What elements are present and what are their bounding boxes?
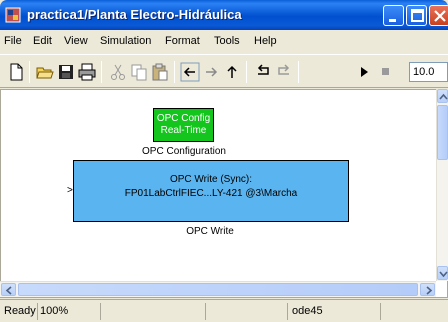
title-bar: practica1/Planta Electro-Hidráulica bbox=[0, 0, 448, 30]
undo-icon[interactable] bbox=[253, 62, 273, 82]
status-divider bbox=[205, 303, 206, 320]
opc-write-block[interactable]: OPC Write (Sync): FP01LabCtrlFIEC...LY-4… bbox=[73, 160, 349, 222]
status-divider bbox=[380, 303, 381, 320]
toolbar: 10.0 bbox=[0, 54, 448, 88]
toolbar-separator bbox=[101, 61, 102, 83]
redo-icon[interactable] bbox=[274, 62, 294, 82]
up-icon[interactable] bbox=[222, 62, 242, 82]
chevron-down-icon bbox=[439, 271, 448, 278]
stop-icon[interactable] bbox=[376, 62, 396, 82]
menu-help[interactable]: Help bbox=[254, 35, 277, 47]
save-icon[interactable] bbox=[56, 62, 76, 82]
opc-write-line2: FP01LabCtrlFIEC...LY-421 @3\Marcha bbox=[124, 188, 298, 199]
print-icon[interactable] bbox=[77, 62, 97, 82]
maximize-icon bbox=[411, 9, 424, 22]
chevron-right-icon bbox=[426, 286, 433, 295]
window-title: practica1/Planta Electro-Hidráulica bbox=[27, 7, 242, 22]
status-divider bbox=[100, 303, 101, 320]
menu-view[interactable]: View bbox=[64, 35, 88, 47]
opc-config-line1: OPC Config bbox=[156, 113, 211, 124]
minimize-icon bbox=[389, 19, 396, 22]
toolbar-separator bbox=[246, 61, 247, 83]
cut-icon[interactable] bbox=[108, 62, 128, 82]
chevron-up-icon bbox=[439, 93, 448, 100]
new-model-icon[interactable] bbox=[6, 62, 26, 82]
stop-time-field[interactable]: 10.0 bbox=[409, 62, 448, 82]
chevron-left-icon bbox=[5, 286, 12, 295]
forward-icon[interactable] bbox=[201, 62, 221, 82]
vertical-scrollbar[interactable] bbox=[436, 89, 448, 281]
maximize-button[interactable] bbox=[406, 5, 427, 26]
toolbar-separator bbox=[298, 61, 299, 83]
paste-icon[interactable] bbox=[150, 62, 170, 82]
menu-bar: File Edit View Simulation Format Tools H… bbox=[0, 30, 448, 54]
scroll-down-button[interactable] bbox=[437, 266, 448, 280]
copy-icon[interactable] bbox=[129, 62, 149, 82]
toolbar-separator bbox=[174, 61, 175, 83]
opc-write-line1: OPC Write (Sync): bbox=[169, 174, 253, 185]
scroll-right-button[interactable] bbox=[420, 283, 435, 296]
menu-tools[interactable]: Tools bbox=[214, 35, 240, 47]
status-solver: ode45 bbox=[292, 305, 323, 317]
back-icon[interactable] bbox=[180, 62, 200, 82]
opc-config-caption[interactable]: OPC Configuration bbox=[120, 146, 248, 157]
status-zoom: 100% bbox=[40, 305, 69, 317]
opc-config-line2: Real-Time bbox=[160, 125, 207, 136]
input-port-icon: > bbox=[67, 185, 73, 196]
toolbar-separator bbox=[29, 61, 30, 83]
status-bar: Ready 100% ode45 bbox=[0, 299, 448, 322]
status-divider bbox=[287, 303, 288, 320]
horizontal-scroll-thumb[interactable] bbox=[18, 283, 418, 296]
status-divider bbox=[37, 303, 38, 320]
vertical-scroll-thumb[interactable] bbox=[437, 105, 448, 160]
scroll-left-button[interactable] bbox=[1, 283, 16, 296]
menu-file[interactable]: File bbox=[4, 35, 22, 47]
menu-simulation[interactable]: Simulation bbox=[100, 35, 151, 47]
status-ready: Ready bbox=[4, 305, 36, 317]
scroll-up-button[interactable] bbox=[437, 89, 448, 103]
menu-format[interactable]: Format bbox=[165, 35, 200, 47]
menu-edit[interactable]: Edit bbox=[33, 35, 52, 47]
opc-config-block[interactable]: OPC Config Real-Time bbox=[153, 108, 214, 142]
open-icon[interactable] bbox=[35, 62, 55, 82]
horizontal-scrollbar[interactable] bbox=[0, 281, 436, 297]
play-icon[interactable] bbox=[354, 62, 374, 82]
simulink-icon bbox=[5, 7, 21, 23]
close-button[interactable] bbox=[429, 5, 448, 26]
minimize-button[interactable] bbox=[383, 5, 404, 26]
opc-write-caption[interactable]: OPC Write bbox=[140, 226, 280, 237]
close-icon bbox=[434, 10, 446, 22]
